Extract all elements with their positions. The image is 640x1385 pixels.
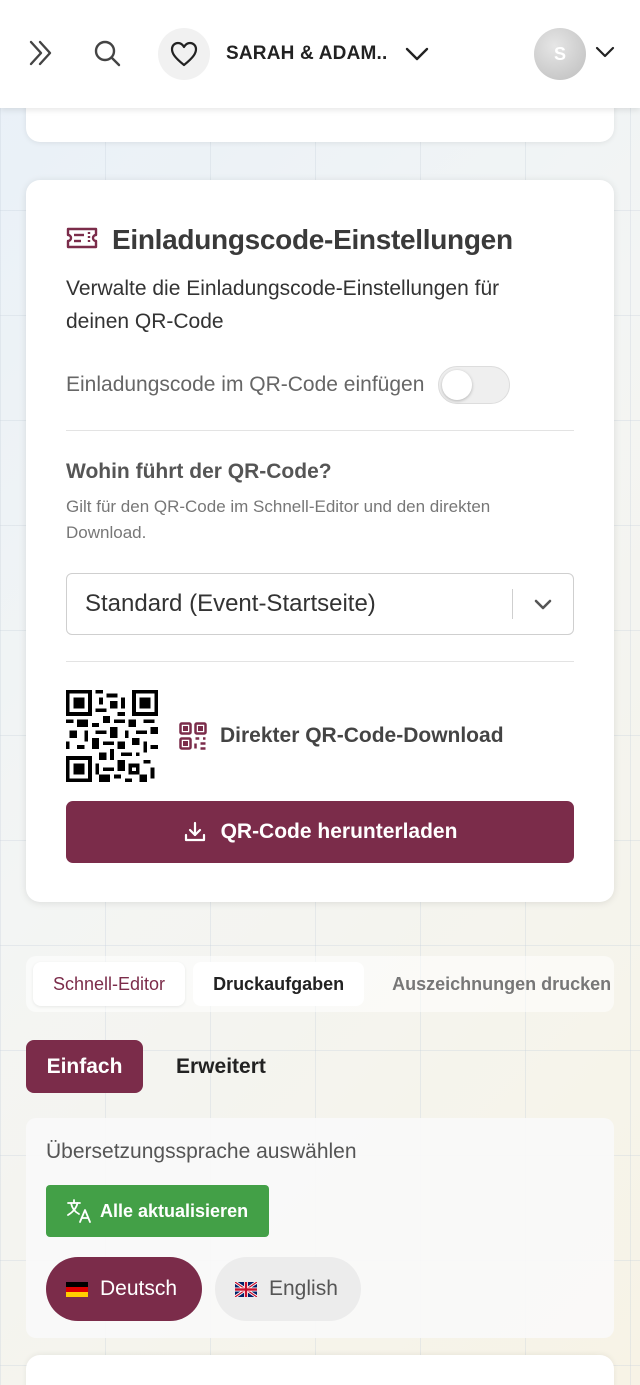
card-description: Verwalte die Einladungscode-Einstellunge… [66,277,500,333]
ticket-icon [66,226,98,255]
divider [66,430,574,431]
double-chevron-right-icon[interactable] [22,34,60,72]
editor-tabs: Schnell-Editor Druckaufgaben Auszeichnun… [26,956,614,1012]
tab-quick-editor[interactable]: Schnell-Editor [33,962,186,1006]
tab-print-tasks[interactable]: Druckaufgaben [193,962,365,1006]
translate-icon [67,1199,91,1223]
search-icon[interactable] [88,34,126,72]
qr-target-title: Wohin führt der QR-Code? [66,460,332,483]
language-option-en[interactable]: English [215,1257,361,1321]
download-icon [184,821,205,842]
chevron-down-icon[interactable] [513,593,573,615]
invite-toggle-row: Einladungscode im QR-Code einfügen [66,366,511,404]
toggle-knob [442,370,473,400]
qr-target-select[interactable]: Standard (Event-Startseite) [66,573,574,635]
update-all-label: Alle aktualisieren [100,1200,249,1221]
qr-code-image [66,690,158,782]
qr-code-icon [179,722,207,750]
toggle-label: Einladungscode im QR-Code einfügen [66,373,425,396]
next-card [26,1355,614,1385]
qr-download-row: Direkter QR-Code-Download [66,690,504,782]
language-label: English [269,1277,338,1300]
card-title: Einladungscode-Einstellungen [112,224,513,255]
uk-flag-icon [235,1281,257,1297]
download-button-label: QR-Code herunterladen [220,820,458,843]
card-header: Einladungscode-Einstellungen [66,224,513,256]
translation-language-panel: Übersetzungssprache auswählen Alle aktua… [26,1118,614,1338]
qr-target-hint: Gilt für den QR-Code im Schnell-Editor u… [66,497,491,542]
qr-download-label: Direkter QR-Code-Download [220,724,504,747]
chevron-down-icon [404,40,432,68]
invite-code-settings-card: Einladungscode-Einstellungen Verwalte di… [26,180,614,902]
mode-advanced-button[interactable]: Erweitert [176,1040,266,1093]
event-name: SARAH & ADAM... [226,43,386,64]
select-value: Standard (Event-Startseite) [85,590,376,617]
mode-simple-button[interactable]: Einfach [26,1040,143,1093]
heart-icon [158,28,210,80]
download-qr-button[interactable]: QR-Code herunterladen [66,801,574,863]
top-bar: SARAH & ADAM... S [0,0,640,108]
avatar[interactable]: S [534,28,586,80]
german-flag-icon [66,1281,88,1297]
invite-code-toggle[interactable] [438,366,511,404]
divider [66,661,574,662]
update-all-button[interactable]: Alle aktualisieren [46,1185,269,1237]
tab-print-awards[interactable]: Auszeichnungen drucken [372,962,614,1006]
chevron-down-icon[interactable] [593,40,619,66]
event-selector[interactable]: SARAH & ADAM... [158,28,432,80]
translation-title: Übersetzungssprache auswählen [46,1140,357,1163]
language-label: Deutsch [100,1277,178,1300]
language-option-de[interactable]: Deutsch [46,1257,202,1321]
